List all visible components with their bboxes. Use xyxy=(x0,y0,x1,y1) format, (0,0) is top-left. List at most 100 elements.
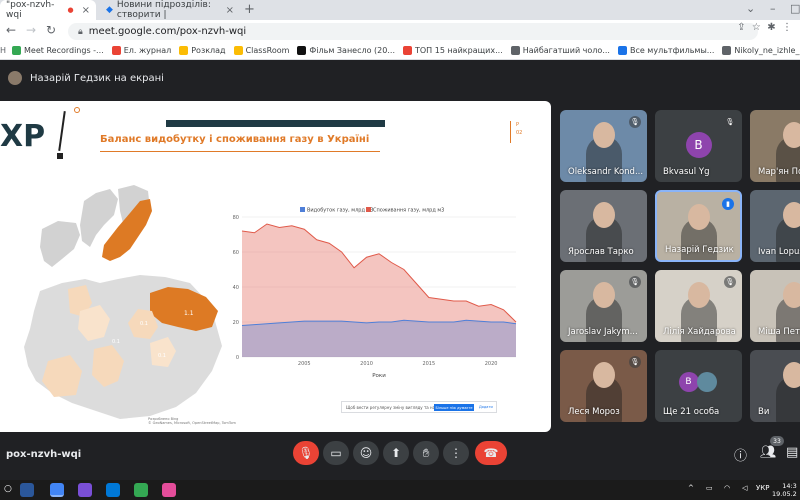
bookmark-item[interactable]: ClassRoom xyxy=(233,46,289,55)
bookmarks-bar: H Meet Recordings -... Ел. журнал Розклад C… xyxy=(0,42,800,60)
language-indicator[interactable]: УКР xyxy=(756,484,769,492)
shared-screen[interactable]: XP Баланс видобутку і споживання газу в … xyxy=(0,101,551,432)
participant-tile[interactable]: 🎙︎ Oleksandr Kond... xyxy=(560,110,647,182)
participant-tile[interactable]: 🎙︎ Леся Мороз xyxy=(560,350,647,422)
participant-name: Ви xyxy=(758,407,770,417)
mic-off-icon: 🎙︎ xyxy=(629,116,641,128)
legend-swatch xyxy=(300,207,305,212)
bookmark-app-icon[interactable]: H xyxy=(0,46,6,55)
title-bar xyxy=(166,120,385,127)
url-input[interactable]: 🔒︎ meet.google.com/pox-nzvh-wqi xyxy=(68,23,758,40)
bookmark-icon xyxy=(297,46,307,55)
browser-tab-bar: "pox-nzvh-wqi ● × ◆ Новини підрозділів: … xyxy=(0,0,800,20)
participant-tile[interactable]: 🎙︎ Jaroslav Jakym... xyxy=(560,270,647,342)
mic-off-icon: 🎙︎ xyxy=(629,356,641,368)
participant-video xyxy=(592,362,615,388)
page-label: P 02 xyxy=(516,122,523,136)
close-icon[interactable]: × xyxy=(82,5,90,16)
app-icon[interactable] xyxy=(162,483,176,497)
participant-tile[interactable]: Міша Петр xyxy=(750,270,800,342)
clock[interactable]: 14:3 19.05.2 xyxy=(772,482,797,498)
back-icon[interactable]: ← xyxy=(6,23,16,37)
participant-tile[interactable]: B 🎙︎ Bkvasul Yg xyxy=(655,110,742,182)
present-button[interactable]: ⬆ xyxy=(383,441,409,465)
mic-off-icon: 🎙︎ xyxy=(724,276,736,288)
meeting-code: pox-nzvh-wqi xyxy=(6,449,82,460)
participant-tile[interactable]: Мар'ян Пси xyxy=(750,110,800,182)
bookmark-label: ТОП 15 найкращих... xyxy=(414,46,503,55)
chat-icon[interactable]: ▤ xyxy=(786,445,798,460)
logo-mark xyxy=(57,153,63,159)
end-call-button[interactable]: ☎︎ xyxy=(475,441,507,465)
participant-tile[interactable]: 🎙︎ Лілія Хайдарова xyxy=(655,270,742,342)
bookmark-label: Розклад xyxy=(191,46,226,55)
bookmark-item[interactable]: Nikoly_ne_izhle_na... xyxy=(722,46,800,55)
y-tick-label: 60 xyxy=(233,250,239,256)
bookmark-icon xyxy=(111,46,121,55)
presenter-label: Назарій Гедзик на екрані xyxy=(30,72,164,84)
volume-icon[interactable]: ◁ xyxy=(742,484,747,492)
bookmark-item[interactable]: Розклад xyxy=(179,46,226,55)
new-tab-icon[interactable]: + xyxy=(244,2,255,17)
map-label: 1.1 xyxy=(184,310,194,317)
tab-meet[interactable]: "pox-nzvh-wqi ● × xyxy=(0,0,96,20)
mic-off-icon: 🎙︎ xyxy=(629,276,641,288)
divider xyxy=(100,151,380,152)
bookmark-item[interactable]: Фільм Занесло (20... xyxy=(297,46,395,55)
present-icon: ⬆ xyxy=(390,446,402,460)
people-icon[interactable]: 👥︎ xyxy=(760,445,777,460)
more-options-button[interactable]: ⋮ xyxy=(443,441,469,465)
bookmark-icon xyxy=(179,46,189,55)
logo: XP xyxy=(0,119,46,154)
app-icon[interactable] xyxy=(78,483,92,497)
popup-button[interactable]: Більше ніж думаєте xyxy=(434,404,474,411)
x-tick-label: 2005 xyxy=(298,361,311,367)
bookmark-label: Ел. журнал xyxy=(123,46,172,55)
participant-name: Міша Петр xyxy=(758,327,800,337)
minimize-icon[interactable]: – xyxy=(770,2,776,15)
camera-button[interactable]: ▭ xyxy=(323,441,349,465)
edge-icon[interactable] xyxy=(106,483,120,497)
raise-hand-button[interactable]: ✋︎ xyxy=(413,441,439,465)
bookmark-icon xyxy=(510,46,520,55)
info-icon[interactable]: ⓘ xyxy=(734,445,747,464)
participant-name: Jaroslav Jakym... xyxy=(568,327,638,337)
legend-label: Споживання газу, млрд м3 xyxy=(373,208,444,214)
star-icon[interactable]: ☆ xyxy=(752,22,761,33)
participant-tile[interactable]: ▮ Назарій Гедзик xyxy=(655,190,742,262)
bookmark-item[interactable]: Все мультфильмы... xyxy=(617,46,714,55)
network-icon[interactable]: ▭ xyxy=(706,484,713,492)
forward-icon[interactable]: → xyxy=(26,23,36,37)
popup-link[interactable]: Додати xyxy=(479,405,493,409)
bookmark-item[interactable]: Ел. журнал xyxy=(111,46,172,55)
chrome-icon[interactable] xyxy=(50,483,64,497)
mic-off-icon: 🎙︎ xyxy=(724,116,736,128)
emoji-button[interactable]: ☺ xyxy=(353,441,379,465)
participant-tile[interactable]: Ви xyxy=(750,350,800,422)
bookmark-item[interactable]: Meet Recordings -... xyxy=(12,46,104,55)
tab-news[interactable]: ◆ Новини підрозділів: створити | × xyxy=(100,0,240,20)
word-icon[interactable] xyxy=(20,483,34,497)
chevron-down-icon[interactable]: ⌄ xyxy=(746,2,755,15)
participant-video xyxy=(592,282,615,308)
bookmark-icon xyxy=(12,46,22,55)
mic-off-button[interactable]: 🎙︎ xyxy=(293,441,319,465)
bookmark-item[interactable]: Найбагатший чоло... xyxy=(510,46,610,55)
bookmark-item[interactable]: ТОП 15 найкращих... xyxy=(402,46,503,55)
wifi-icon[interactable]: ◠ xyxy=(724,484,730,492)
avatar: B xyxy=(685,132,712,158)
extensions-icon[interactable]: ✱ xyxy=(767,22,775,33)
chevron-up-icon[interactable]: ^ xyxy=(688,484,694,492)
participant-tile[interactable]: Ярослав Тарко xyxy=(560,190,647,262)
chrome-icon[interactable] xyxy=(134,483,148,497)
maximize-icon[interactable]: □ xyxy=(790,2,800,15)
close-icon[interactable]: × xyxy=(226,5,234,16)
participant-tile[interactable]: Ivan Lopush xyxy=(750,190,800,262)
search-icon[interactable]: ○ xyxy=(4,484,12,494)
bookmark-icon xyxy=(233,46,243,55)
avatar xyxy=(696,372,717,392)
participant-tile[interactable]: B Ще 21 особа xyxy=(655,350,742,422)
menu-icon[interactable]: ⋮ xyxy=(782,22,792,33)
reload-icon[interactable]: ↻ xyxy=(46,23,56,37)
share-icon[interactable]: ⇪ xyxy=(737,22,745,33)
